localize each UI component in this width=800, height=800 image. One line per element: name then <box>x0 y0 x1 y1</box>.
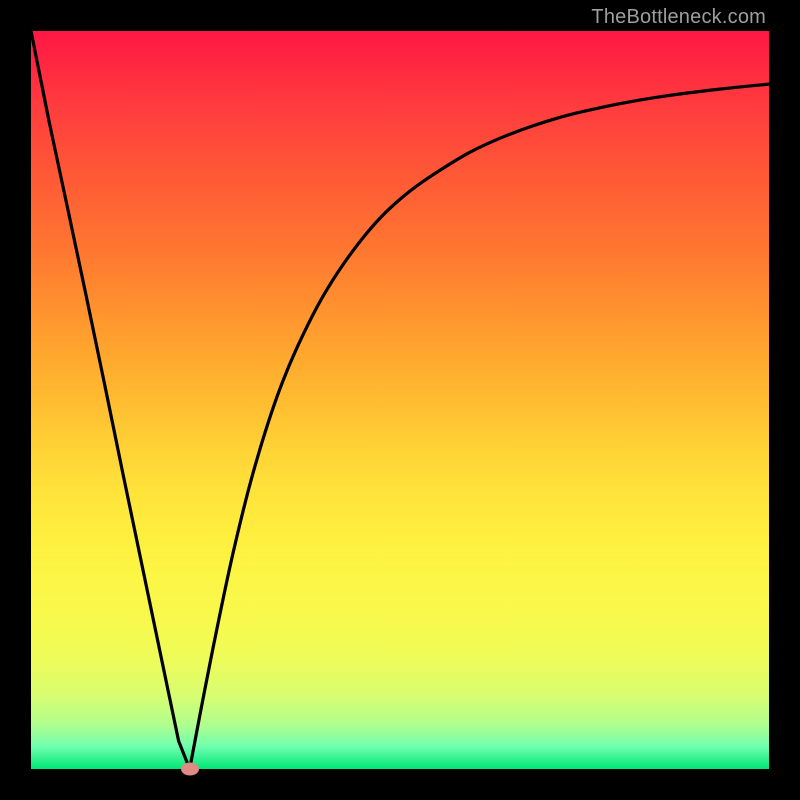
plot-area <box>31 31 769 769</box>
attribution-text: TheBottleneck.com <box>591 6 766 29</box>
curve-svg <box>31 31 769 769</box>
chart-container: TheBottleneck.com <box>0 0 800 800</box>
curve-right-branch <box>190 84 769 769</box>
curve-left-branch <box>31 31 190 769</box>
minimum-marker <box>181 763 199 776</box>
